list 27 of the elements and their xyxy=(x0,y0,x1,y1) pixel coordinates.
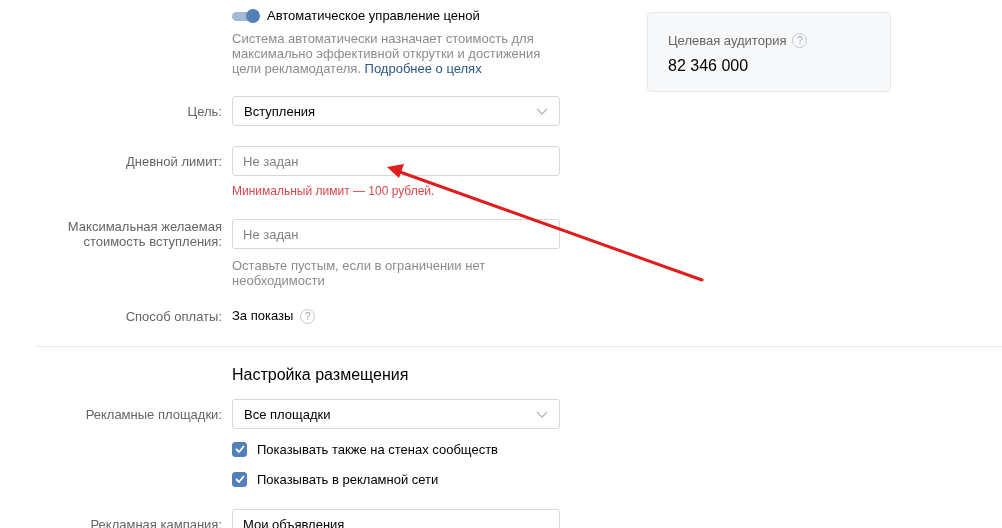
field-label: Максимальная желаемая стоимость вступления: xyxy=(66,219,222,249)
goals-link[interactable]: Подробнее о целях xyxy=(364,61,482,76)
dropdown[interactable]: Вступления xyxy=(232,96,560,126)
error-message: Минимальный лимит — 100 рублей. xyxy=(232,184,436,199)
section-title: Настройка размещения xyxy=(232,365,410,385)
field-value: За показы xyxy=(232,308,294,324)
input-field[interactable]: Мои объявления xyxy=(232,509,560,528)
input-field[interactable]: Не задан xyxy=(232,146,560,176)
toggle-switch[interactable] xyxy=(232,9,260,23)
field-label: Цель: xyxy=(187,103,222,119)
field-label: Дневной лимит: xyxy=(126,153,222,169)
audience-label: Целевая аудитория xyxy=(668,33,787,48)
chevron-down-icon xyxy=(536,410,548,418)
toggle-label: Автоматическое управление ценой xyxy=(267,8,480,24)
checkbox[interactable] xyxy=(232,441,247,457)
dropdown[interactable]: Все площадки xyxy=(232,399,560,429)
audience-count: 82 346 000 xyxy=(668,57,750,75)
field-label: Способ оплаты: xyxy=(125,308,222,324)
checkbox-label: Показывать в рекламной сети xyxy=(257,471,439,487)
field-label: Рекламная кампания: xyxy=(90,516,222,528)
chevron-down-icon xyxy=(536,107,548,115)
hint-text: Оставьте пустым, если в ограничении нет необходимости xyxy=(232,258,487,288)
field-label: Рекламные площадки: xyxy=(85,406,222,422)
checkbox-label: Показывать также на стенах сообществ xyxy=(257,441,498,457)
input-field[interactable]: Не задан xyxy=(232,219,560,249)
description-text: Система автоматически назначает стоимость для максимально эффективной открутки и достижения цели рекламодателя. Подробнее о целях xyxy=(232,31,542,76)
checkbox[interactable] xyxy=(232,471,247,487)
